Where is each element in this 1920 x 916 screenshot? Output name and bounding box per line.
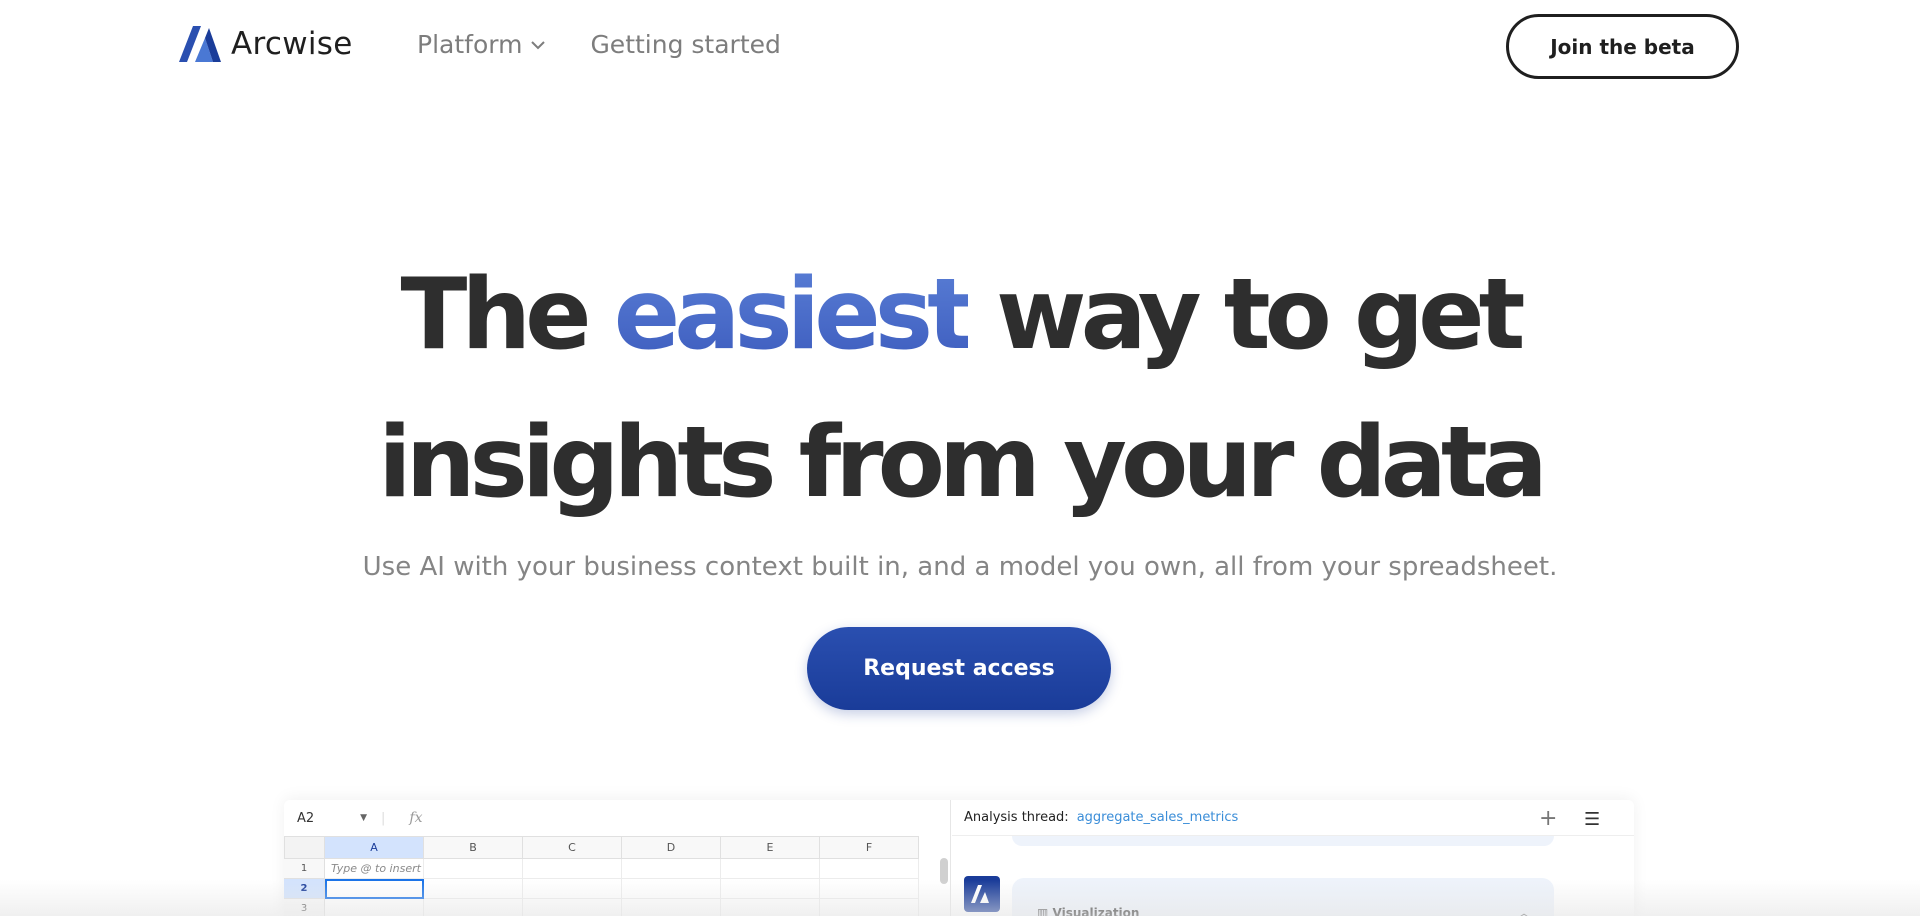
hero-line1-rest: way to get <box>996 258 1525 372</box>
cell[interactable] <box>523 859 622 879</box>
column-header[interactable]: F <box>820 836 919 859</box>
hero-title-line-2: insights from your data <box>378 406 1548 520</box>
formula-bar: A2 ▼ | fx <box>284 800 951 836</box>
brand-logo[interactable]: Arcwise <box>179 26 353 62</box>
cell[interactable] <box>622 879 721 899</box>
row-header[interactable]: 3 <box>284 899 325 916</box>
fx-icon: fx <box>409 810 423 826</box>
nav-platform[interactable]: Platform <box>417 30 546 59</box>
sheet-row: 3 <box>284 899 919 916</box>
hero-word-the: The <box>400 258 592 372</box>
nav-getting-started[interactable]: Getting started <box>590 30 780 59</box>
cell[interactable] <box>424 859 523 879</box>
site-header: Arcwise Platform Getting started Join th… <box>0 0 1920 92</box>
cell-reference: A2 <box>297 810 315 826</box>
join-beta-button[interactable]: Join the beta <box>1506 14 1739 79</box>
divider: | <box>381 810 386 826</box>
visualization-title: Visualization <box>1052 906 1140 916</box>
column-header[interactable]: B <box>424 836 523 859</box>
spreadsheet-panel: A2 ▼ | fx A B C D E F 1 Type @ to insert <box>284 800 951 916</box>
request-access-button[interactable]: Request access <box>807 627 1111 710</box>
nav-getting-started-label: Getting started <box>590 30 781 59</box>
cell-a1[interactable]: Type @ to insert <box>325 859 424 879</box>
menu-icon[interactable]: ☰ <box>1584 809 1600 830</box>
cell[interactable] <box>424 899 523 916</box>
column-header[interactable]: E <box>721 836 820 859</box>
cell[interactable] <box>523 879 622 899</box>
sheet-grid: A B C D E F 1 Type @ to insert 2 3 <box>284 836 919 916</box>
row-header[interactable]: 1 <box>284 859 325 879</box>
cell[interactable] <box>721 899 820 916</box>
brand-name: Arcwise <box>231 26 353 62</box>
column-header[interactable]: A <box>325 836 424 859</box>
cell-reference-box[interactable]: A2 ▼ <box>297 811 367 826</box>
sheet-row: 1 Type @ to insert <box>284 859 919 879</box>
cell[interactable] <box>721 859 820 879</box>
column-header[interactable]: D <box>622 836 721 859</box>
message-bubble <box>1012 836 1554 846</box>
cell[interactable] <box>622 859 721 879</box>
thread-header: Analysis thread: aggregate_sales_metrics <box>952 800 1634 836</box>
arcwise-logo-icon <box>179 26 221 62</box>
thread-name[interactable]: aggregate_sales_metrics <box>1077 810 1239 825</box>
cell[interactable] <box>820 879 919 899</box>
sheet-scrollbar[interactable] <box>940 858 948 884</box>
caret-down-icon: ▼ <box>360 813 367 823</box>
analysis-thread-panel: Analysis thread: aggregate_sales_metrics… <box>952 800 1634 916</box>
cell[interactable] <box>523 899 622 916</box>
arcwise-logo-icon <box>971 885 989 903</box>
plus-icon[interactable]: + <box>1539 806 1557 831</box>
nav-platform-label: Platform <box>417 30 523 59</box>
cell[interactable] <box>820 859 919 879</box>
cell-a2-active[interactable] <box>325 879 424 899</box>
sheet-row: 2 <box>284 879 919 899</box>
visualization-label: ▥ Visualization <box>1037 906 1139 916</box>
chevron-up-icon[interactable]: ︿ <box>1518 904 1530 916</box>
cell[interactable] <box>622 899 721 916</box>
cell[interactable] <box>325 899 424 916</box>
cell[interactable] <box>424 879 523 899</box>
product-preview: A2 ▼ | fx A B C D E F 1 Type @ to insert <box>284 800 1634 916</box>
hero-accent-word: easiest <box>613 258 974 372</box>
main-nav: Platform Getting started <box>417 30 781 59</box>
thread-label: Analysis thread: <box>964 810 1069 825</box>
hero-title-line-1: The easiest way to get <box>0 258 1920 372</box>
column-headers: A B C D E F <box>284 836 919 859</box>
select-all-corner[interactable] <box>284 836 325 859</box>
cell[interactable] <box>721 879 820 899</box>
hero-subtitle: Use AI with your business context built … <box>362 552 1558 582</box>
column-header[interactable]: C <box>523 836 622 859</box>
cell[interactable] <box>820 899 919 916</box>
row-header[interactable]: 2 <box>284 879 325 899</box>
chevron-down-icon <box>531 40 546 49</box>
bar-chart-icon: ▥ <box>1037 906 1049 916</box>
assistant-avatar <box>964 876 1000 912</box>
